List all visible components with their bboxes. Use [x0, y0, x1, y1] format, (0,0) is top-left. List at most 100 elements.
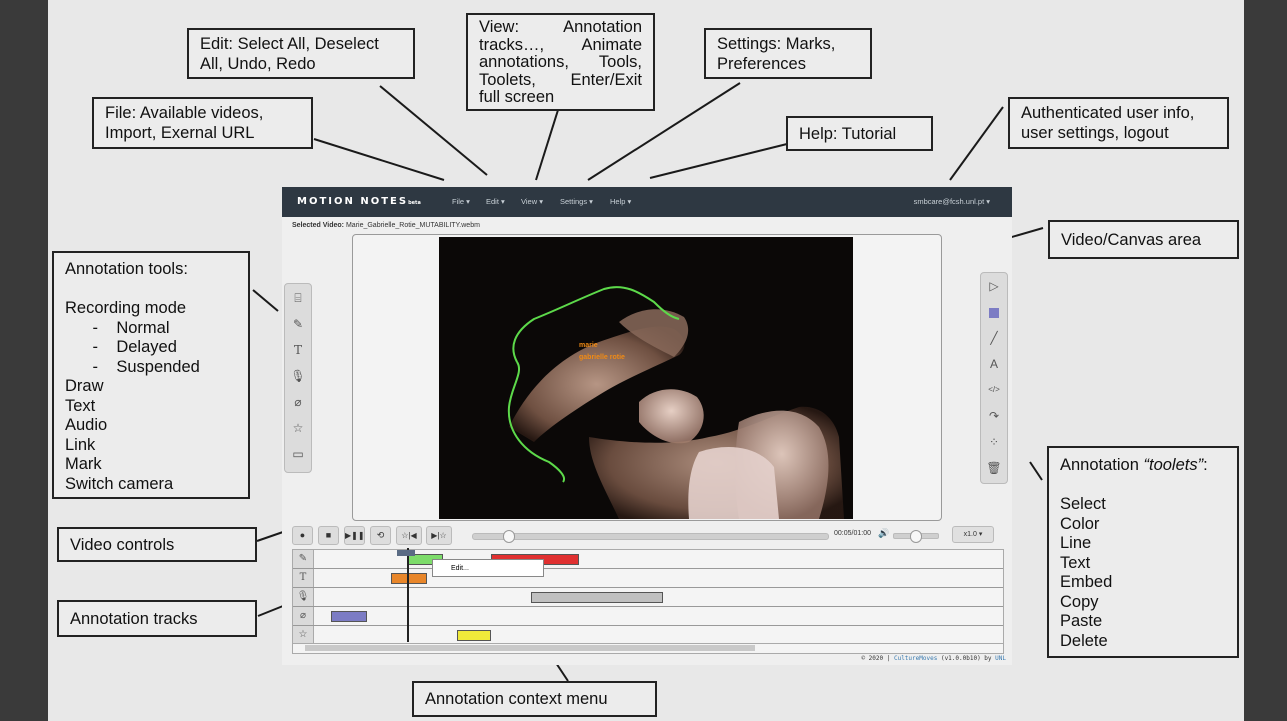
tools-line-9: Audio: [65, 416, 108, 434]
prev-mark-icon[interactable]: ☆|◀: [396, 526, 422, 545]
toolets-line-6: Copy: [1060, 592, 1099, 611]
callout-settings-menu: Settings: Marks, Preferences: [704, 28, 872, 79]
tools-line-8: Text: [65, 396, 96, 415]
speed-select[interactable]: x1.0 ▾: [952, 526, 994, 543]
draw-pencil-icon[interactable]: ✎: [285, 314, 311, 334]
video-controls-line: Video controls: [70, 536, 175, 554]
track-text-icon: T: [293, 569, 314, 587]
track-link: ⌀: [293, 607, 1003, 626]
track-bar-yellow[interactable]: [457, 630, 491, 641]
tools-line-5: - Delayed: [65, 338, 177, 356]
menu-edit[interactable]: Edit ▾: [486, 197, 505, 206]
scroll-thumb[interactable]: [305, 645, 755, 651]
callout-edit-line-2: All, Undo, Redo: [200, 54, 316, 73]
callout-view-w3: tracks…,: [479, 35, 545, 54]
footer-version: (v1.0.0b10) by: [940, 655, 992, 662]
track-bar-orange[interactable]: [391, 573, 427, 584]
volume-icon[interactable]: 🔊: [878, 528, 889, 539]
stop-button-icon[interactable]: ■: [318, 526, 339, 545]
loop-icon[interactable]: ⟲: [370, 526, 391, 545]
color-swatch-icon[interactable]: [981, 302, 1007, 322]
callout-auth-user: Authenticated user info, user settings, …: [1008, 97, 1229, 149]
toolets-line-4: Text: [1060, 553, 1091, 572]
play-pause-icon[interactable]: ▶❚❚: [344, 526, 365, 545]
callout-canvas-area: Video/Canvas area: [1048, 220, 1239, 259]
context-menu-line: Annotation context menu: [425, 690, 608, 708]
callout-annotation-tools: Annotation tools: Recording mode - Norma…: [52, 251, 250, 499]
callout-annotation-toolets: Annotation “toolets”: Select Color Line …: [1047, 446, 1239, 658]
toolets-title: Annotation “toolets”:: [1060, 456, 1226, 476]
time-readout: 00:05/01:00: [834, 530, 871, 537]
track-bar-blue[interactable]: [331, 611, 367, 622]
record-button-icon[interactable]: ●: [292, 526, 313, 545]
selected-video-name: Marie_Gabrielle_Rotie_MUTABILITY.webm: [345, 222, 480, 229]
user-menu[interactable]: smbcare@fcsh.unl.pt ▾: [914, 197, 990, 206]
track-audio-mic-icon: 🎙: [293, 588, 314, 606]
video-annotation-text-1: marie: [579, 342, 598, 349]
callout-view-w5: annotations,: [479, 53, 569, 71]
line-icon[interactable]: ╱: [981, 328, 1007, 348]
annotation-tracks: ✎ T 🎙 ⌀ ☆: [292, 548, 1004, 646]
footer: © 2020 | CultureMoves (v1.0.0b10) by UNL: [861, 655, 1006, 662]
select-cursor-icon[interactable]: ▷: [981, 276, 1007, 296]
context-menu-popup[interactable]: Edit...: [432, 559, 544, 577]
timeline-knob[interactable]: [503, 530, 515, 543]
menu-file[interactable]: File ▾: [452, 197, 470, 206]
selected-video-label: Selected Video:: [292, 222, 345, 229]
track-bar-gray[interactable]: [531, 592, 663, 603]
callout-edit-menu: Edit: Select All, Deselect All, Undo, Re…: [187, 28, 415, 79]
video-annotation-text-2: gabrielle rotie: [579, 354, 625, 361]
tools-line-6: - Suspended: [65, 357, 200, 376]
video-controls-bar: ● ■ ▶❚❚ ⟲ ☆|◀ ▶|☆ 00:05/01:00 🔊 x1.0 ▾: [290, 524, 994, 546]
track-text: T: [293, 569, 1003, 588]
switch-camera-icon[interactable]: ▭: [285, 444, 311, 464]
context-menu-edit-item[interactable]: Edit...: [451, 565, 469, 572]
callout-auth-line-1: Authenticated user info,: [1021, 104, 1195, 122]
brand-suffix: beta: [408, 200, 421, 206]
callout-settings-line-2: Preferences: [717, 54, 806, 73]
callout-auth-line-2: user settings, logout: [1021, 123, 1169, 142]
video-canvas[interactable]: marie gabrielle rotie: [439, 237, 853, 519]
footer-by-link[interactable]: UNL: [995, 655, 1006, 662]
video-timeline-slider[interactable]: [472, 530, 829, 543]
text-toolet-icon[interactable]: A: [981, 354, 1007, 374]
recording-mode-icon[interactable]: ⌸: [285, 288, 311, 308]
callout-view-w2: Annotation: [563, 18, 642, 36]
brand-text: MOTION NOTES: [297, 196, 409, 207]
toolets-column: ▷ ╱ A </> ↷ ⁘ 🗑: [980, 272, 1008, 484]
track-mark: ☆: [293, 626, 1003, 644]
toolets-gap: [1060, 476, 1226, 496]
audio-mic-icon[interactable]: 🎙: [285, 366, 311, 386]
menu-help[interactable]: Help ▾: [610, 197, 631, 206]
callout-view-line-3: annotations, Tools,: [479, 53, 642, 72]
copy-icon[interactable]: ↷: [981, 406, 1007, 426]
callout-view-menu: View: Annotation tracks…, Animate annotati…: [466, 13, 655, 111]
delete-trash-icon[interactable]: 🗑: [981, 458, 1007, 478]
mark-star-icon[interactable]: ☆: [285, 418, 311, 438]
embed-code-icon[interactable]: </>: [981, 380, 1007, 400]
toolets-line-7: Paste: [1060, 612, 1103, 630]
video-frame-image: marie gabrielle rotie: [439, 237, 853, 519]
link-icon[interactable]: ⌀: [285, 392, 311, 412]
callout-video-controls: Video controls: [57, 527, 257, 562]
brand-logo: MOTION NOTESbeta: [297, 196, 421, 207]
callout-file-line-1: File: Available videos,: [105, 104, 264, 122]
tracks-scrollbar[interactable]: [292, 643, 1004, 654]
menu-settings[interactable]: Settings ▾: [560, 197, 593, 206]
toolets-line-5: Embed: [1060, 573, 1113, 591]
footer-link[interactable]: CultureMoves: [894, 655, 937, 662]
toolets-title-em: “toolets”: [1143, 456, 1204, 474]
callout-view-line-5: full screen: [479, 88, 642, 107]
track-mark-star-icon: ☆: [293, 626, 314, 644]
paste-icon[interactable]: ⁘: [981, 432, 1007, 452]
playhead-marker[interactable]: [397, 550, 415, 556]
callout-file-menu: File: Available videos, Import, Exernal …: [92, 97, 313, 149]
text-tool-icon[interactable]: T: [285, 340, 311, 360]
volume-slider[interactable]: [893, 530, 939, 543]
playhead[interactable]: [407, 548, 409, 642]
next-mark-icon[interactable]: ▶|☆: [426, 526, 452, 545]
tools-line-4: - Normal: [65, 318, 170, 337]
volume-knob[interactable]: [910, 530, 922, 543]
toolets-line-3: Line: [1060, 534, 1092, 552]
menu-view[interactable]: View ▾: [521, 197, 543, 206]
